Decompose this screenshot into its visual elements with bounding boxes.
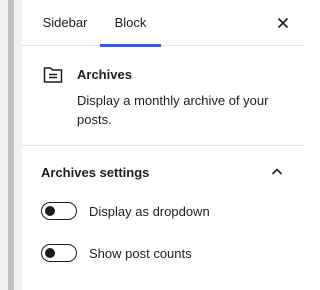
toggle-label[interactable]: Display as dropdown xyxy=(89,204,210,219)
scrollbar-thumb[interactable] xyxy=(8,0,14,290)
close-button[interactable] xyxy=(270,10,296,36)
toggle-label[interactable]: Show post counts xyxy=(89,246,192,261)
sidebar-tabs: Sidebar Block xyxy=(22,0,305,47)
display-as-dropdown-toggle[interactable] xyxy=(41,202,77,220)
settings-panel-toggle[interactable]: Archives settings xyxy=(22,147,305,197)
tab-sidebar[interactable]: Sidebar xyxy=(30,0,100,46)
block-title: Archives xyxy=(77,67,132,82)
block-card: Archives Display a monthly archive of yo… xyxy=(22,46,305,146)
toggle-row-display-as-dropdown: Display as dropdown xyxy=(41,199,291,223)
settings-panel-title: Archives settings xyxy=(41,165,150,180)
tab-block-label: Block xyxy=(114,15,147,30)
show-post-counts-toggle[interactable] xyxy=(41,244,77,262)
archive-folder-icon xyxy=(43,67,63,83)
chevron-up-icon xyxy=(271,168,283,175)
toggle-knob xyxy=(44,247,55,258)
toggle-row-show-post-counts: Show post counts xyxy=(41,241,291,265)
toggle-knob xyxy=(44,205,55,216)
block-settings-panel: Sidebar Block Archives Display a monthly… xyxy=(22,0,305,290)
tab-block[interactable]: Block xyxy=(100,0,161,47)
scrollbar-track[interactable] xyxy=(0,0,22,290)
close-icon xyxy=(277,17,289,29)
block-description: Display a monthly archive of your posts. xyxy=(77,93,269,127)
